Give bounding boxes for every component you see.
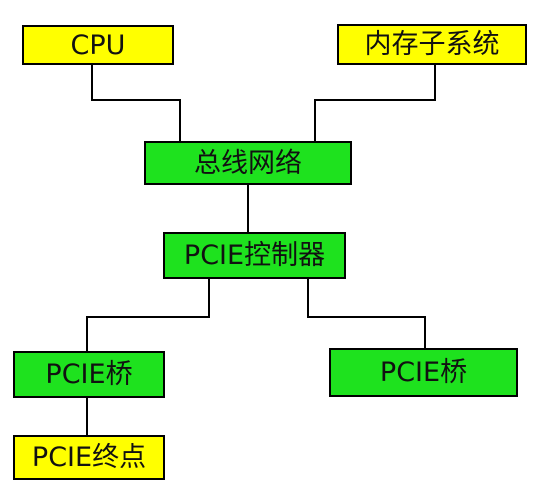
pcie-endpoint-label: PCIE终点 <box>31 442 147 473</box>
pcie-endpoint-node: PCIE终点 <box>13 435 165 480</box>
cpu-to-bus-connector <box>91 63 181 142</box>
pcie-controller-node: PCIE控制器 <box>163 232 346 279</box>
pcie-bridge-right-node: PCIE桥 <box>329 348 518 397</box>
pcie-bridge-right-label: PCIE桥 <box>379 357 468 388</box>
memory-to-bus-connector <box>314 63 436 142</box>
pcie-bridge-left-label: PCIE桥 <box>45 359 133 390</box>
memory-subsystem-label: 内存子系统 <box>364 29 500 60</box>
controller-to-right-bridge-connector <box>307 278 426 349</box>
cpu-node: CPU <box>22 25 174 65</box>
bus-network-node: 总线网络 <box>144 141 352 185</box>
memory-subsystem-node: 内存子系统 <box>337 24 527 65</box>
pcie-bridge-left-node: PCIE桥 <box>13 351 165 398</box>
controller-to-left-bridge-connector <box>86 278 210 352</box>
bus-network-label: 总线网络 <box>194 147 302 179</box>
pcie-topology-diagram: CPU 内存子系统 总线网络 PCIE控制器 PCIE桥 PCIE桥 PCIE终… <box>0 0 544 502</box>
cpu-label: CPU <box>70 29 126 61</box>
pcie-controller-label: PCIE控制器 <box>183 240 326 271</box>
